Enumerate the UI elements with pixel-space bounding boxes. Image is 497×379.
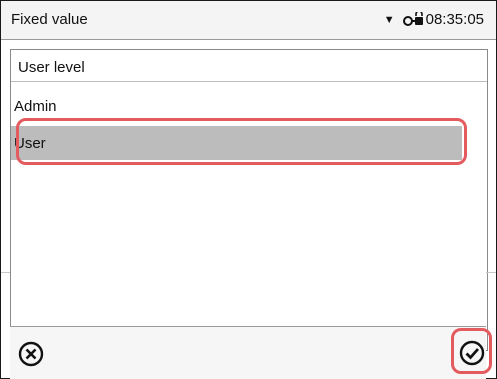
cancel-circle-x-icon[interactable]: [18, 341, 44, 367]
divider: [1, 272, 10, 273]
confirm-highlight: [451, 328, 492, 374]
dropdown-arrow-icon[interactable]: ▼: [384, 14, 395, 26]
status-area: ▼ 08:35:05: [384, 11, 484, 28]
action-bar: [10, 326, 486, 379]
key-lock-icon: [402, 11, 423, 26]
clock-time: 08:35:05: [425, 11, 484, 28]
dialog-header: User level: [11, 50, 487, 82]
user-level-dialog: User level Admin User: [10, 49, 488, 351]
selection-highlight: [16, 118, 467, 165]
device-screen: Fixed value ▼ 08:35:05 User level Admin …: [0, 0, 497, 379]
option-admin[interactable]: Admin: [11, 91, 462, 121]
option-admin-label: Admin: [14, 98, 57, 115]
status-bar: Fixed value ▼ 08:35:05: [1, 1, 496, 40]
dialog-title: User level: [18, 59, 85, 76]
divider: [486, 272, 496, 273]
page-title: Fixed value: [11, 11, 88, 28]
